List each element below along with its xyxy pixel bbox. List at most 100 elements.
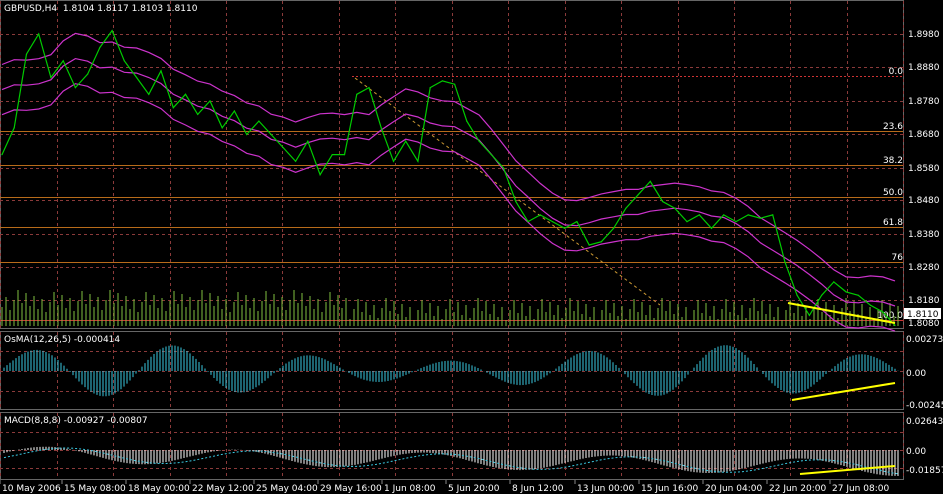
- price-point: [649, 180, 651, 182]
- time-axis-label: 27 Jun 08:00: [832, 484, 889, 494]
- price-axis-label: 1.8580: [908, 164, 940, 174]
- price-point: [197, 113, 199, 115]
- fib-level-label: 61.8: [883, 218, 903, 228]
- price-point: [343, 154, 346, 156]
- time-axis-label: 1 Jun 08:00: [384, 484, 436, 494]
- price-point: [735, 221, 737, 223]
- price-point: [270, 133, 272, 136]
- price-point: [172, 107, 174, 109]
- price-point: [1, 154, 3, 156]
- price-point: [588, 244, 590, 246]
- price-point: [478, 140, 480, 142]
- price-point: [380, 127, 382, 129]
- osma-panel-header: OsMA(12,26,5) -0.000414: [4, 335, 121, 345]
- price-point: [356, 93, 358, 95]
- price-point: [662, 200, 664, 203]
- price-point: [686, 221, 688, 223]
- time-axis-label: 25 May 04:00: [256, 484, 318, 494]
- price-point: [845, 291, 847, 293]
- macd-axis-label: -0.01857: [906, 466, 943, 476]
- time-axis-label: 18 May 00:00: [128, 484, 190, 494]
- price-point: [808, 314, 811, 316]
- price-point: [539, 214, 541, 216]
- price-point: [894, 324, 896, 326]
- macd-axis-label: 0.02643: [906, 417, 943, 427]
- macd-panel-header: MACD(8,8,8) -0.00927 -0.00807: [4, 416, 148, 426]
- fib-level-label: 23.6: [883, 122, 903, 132]
- time-axis-label: 29 May 16:00: [320, 484, 382, 494]
- price-point: [87, 73, 89, 75]
- macd-axis-label: 0.00: [906, 447, 926, 457]
- price-point: [490, 154, 492, 156]
- price-point: [319, 174, 321, 176]
- time-axis-label: 20 Jun 04:00: [705, 484, 762, 494]
- price-point: [136, 76, 138, 79]
- price-point: [209, 100, 211, 102]
- price-point: [38, 33, 40, 35]
- price-point: [282, 147, 284, 149]
- main-panel-header: GBPUSD,H4 1.8104 1.8117 1.8103 1.8110: [4, 4, 198, 14]
- osma-axis-label: 0.00273: [906, 335, 943, 345]
- price-point: [99, 46, 101, 49]
- price-axis-label: 1.8680: [908, 130, 940, 140]
- price-point: [527, 221, 529, 223]
- price-axis-label: 1.8380: [908, 230, 940, 240]
- price-point: [637, 194, 639, 196]
- osma-axis-label: 0.00: [906, 369, 926, 379]
- time-axis-label: 15 May 08:00: [64, 484, 126, 494]
- price-point: [625, 207, 627, 209]
- price-point: [233, 110, 235, 112]
- time-axis-label: 15 Jun 16:00: [641, 484, 698, 494]
- price-point: [441, 80, 443, 82]
- price-point: [221, 127, 223, 129]
- price-point: [564, 227, 566, 229]
- time-axis-label: 8 Jun 12:00: [512, 484, 564, 494]
- price-axis-label: 1.8980: [908, 30, 940, 40]
- time-axis-label: 5 Jun 20:00: [448, 484, 500, 494]
- time-axis-label: 13 Jun 00:00: [577, 484, 634, 494]
- price-point: [454, 83, 456, 85]
- time-axis-label: 10 May 2006: [2, 484, 61, 494]
- price-point: [882, 311, 884, 313]
- price-point: [160, 70, 162, 72]
- price-point: [502, 167, 505, 169]
- price-point: [674, 207, 676, 209]
- price-point: [429, 87, 431, 89]
- price-point: [759, 217, 762, 219]
- price-point: [600, 241, 603, 243]
- price-point: [295, 160, 297, 162]
- price-point: [62, 60, 64, 62]
- price-axis-label: 1.8080: [908, 319, 940, 329]
- price-point: [551, 221, 554, 223]
- price-point: [258, 120, 260, 122]
- price-point: [368, 87, 370, 89]
- price-point: [13, 127, 15, 129]
- price-point: [74, 87, 76, 89]
- price-axis-label: 1.8280: [908, 263, 940, 273]
- fib-level-label: 38.2: [883, 156, 903, 166]
- price-point: [833, 281, 835, 283]
- price-point: [869, 304, 872, 306]
- price-point: [723, 214, 725, 216]
- price-point: [698, 214, 700, 216]
- price-point: [747, 214, 749, 216]
- price-axis-label: 1.8880: [908, 63, 940, 73]
- price-point: [821, 294, 823, 296]
- price-axis-label: 1.8480: [908, 196, 940, 206]
- fib-level-label: 0.0: [889, 67, 904, 77]
- price-point: [613, 227, 615, 229]
- price-point: [25, 53, 28, 55]
- price-point: [123, 60, 125, 62]
- price-point: [50, 76, 52, 79]
- price-point: [466, 120, 468, 122]
- price-point: [392, 160, 395, 162]
- price-point: [111, 30, 113, 32]
- time-axis-label: 22 Jun 20:00: [769, 484, 826, 494]
- price-point: [184, 93, 187, 95]
- price-point: [796, 294, 798, 296]
- price-point: [710, 227, 713, 229]
- price-point: [331, 154, 333, 156]
- fib-level-label: 50.0: [883, 188, 903, 198]
- price-point: [784, 261, 786, 263]
- fib-level-label: 76: [892, 253, 904, 263]
